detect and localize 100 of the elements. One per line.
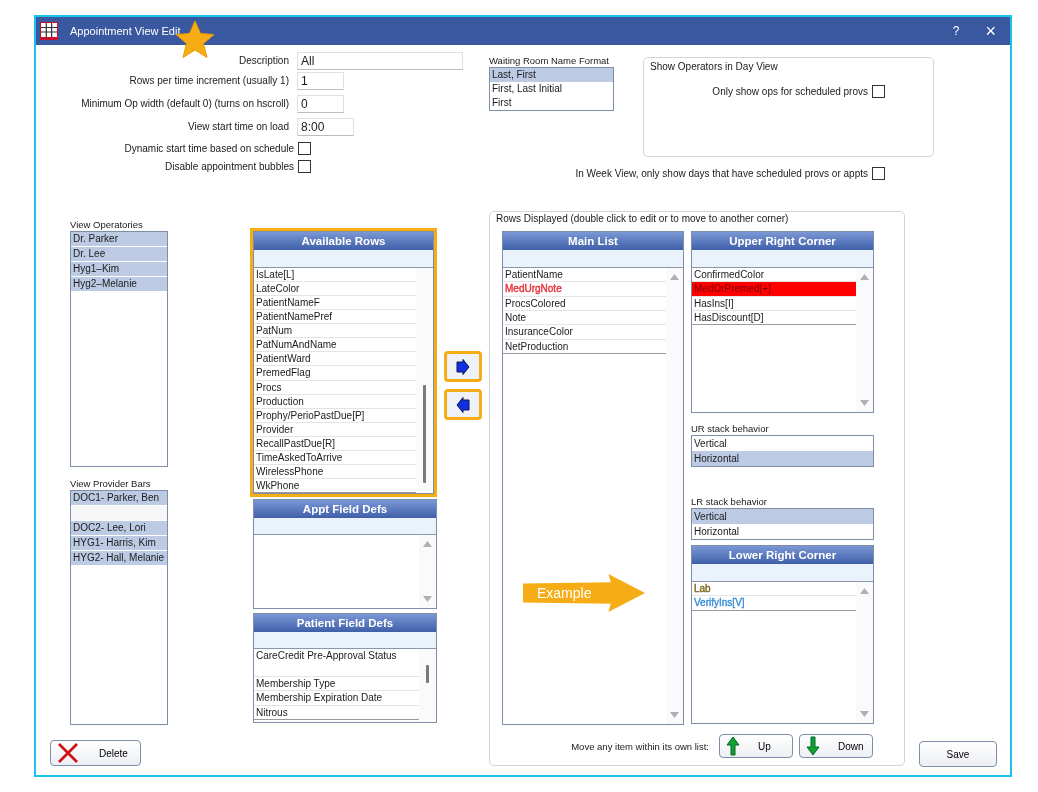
list-label: Waiting Room Name Format (489, 54, 610, 67)
list-row[interactable]: TimeAskedToArrive (254, 450, 416, 465)
field-label: Rows per time increment (usually 1) (128, 75, 290, 86)
text-field[interactable]: 8:00 (297, 117, 354, 136)
scroll-up-icon (860, 274, 869, 280)
list-row[interactable]: HasDiscount[D] (692, 311, 856, 326)
list-item[interactable]: Dr. Lee (71, 247, 167, 262)
list-label: View Operatories (70, 218, 144, 231)
list-row[interactable]: HasIns[I] (692, 296, 856, 311)
list-item[interactable]: Horizontal (692, 524, 873, 539)
field-label: Description (237, 55, 290, 66)
checkbox-label: In Week View, only show days that have scheduled provs or appts (575, 168, 868, 179)
group-title: Show Operators in Day View (650, 60, 779, 73)
checkbox-label: Dynamic start time based on schedule (124, 142, 294, 154)
checkbox[interactable] (872, 85, 885, 98)
checkbox[interactable] (872, 167, 885, 180)
list-row[interactable]: VerifyIns[V] (692, 596, 856, 611)
list-row[interactable]: RecallPastDue[R] (254, 436, 416, 451)
list-row[interactable]: Provider (254, 422, 416, 437)
up-button[interactable]: Up (719, 734, 793, 758)
list-row[interactable]: WkPhone (254, 478, 416, 493)
checkbox[interactable] (298, 159, 311, 173)
list-item[interactable]: Hyg1–Kim (71, 262, 167, 277)
list-row[interactable]: Note (503, 311, 666, 326)
move-right-button[interactable] (444, 351, 482, 382)
text-field[interactable]: 1 (297, 71, 344, 90)
example-callout: Example (523, 574, 645, 612)
scroll-up-icon (860, 588, 869, 594)
right-arrow-icon (456, 358, 470, 375)
scrollbar-thumb[interactable] (423, 385, 426, 483)
up-arrow-icon (726, 736, 740, 756)
list-item[interactable]: Dr. Parker (71, 232, 167, 247)
scroll-up-icon (423, 541, 432, 547)
x-icon (57, 743, 79, 763)
help-button[interactable]: ? (952, 24, 960, 38)
list-row[interactable]: PremedFlag (254, 366, 416, 381)
grid-header: Appt Field Defs (254, 500, 436, 518)
left-arrow-icon (456, 396, 470, 413)
list-row[interactable]: Nitrous (254, 705, 419, 720)
list-row[interactable]: ProcsColored (503, 296, 666, 311)
grid-header: Available Rows (254, 232, 433, 250)
list-item[interactable]: Vertical (692, 436, 873, 451)
app-icon (40, 22, 58, 40)
list-row[interactable]: Membership Expiration Date (254, 691, 419, 706)
list-row[interactable]: Membership Type (254, 677, 419, 692)
list-label: LR stack behavior (691, 495, 769, 508)
checkbox-label: Disable appointment bubbles (165, 160, 294, 172)
list-item[interactable]: Horizontal (692, 451, 873, 466)
list-row[interactable]: MedUrgNote (503, 282, 666, 297)
list-label: View Provider Bars (70, 477, 152, 490)
grid-header: Main List (503, 232, 683, 250)
down-button[interactable]: Down (799, 734, 873, 758)
list-item[interactable]: First (490, 96, 613, 110)
list-row[interactable]: InsuranceColor (503, 325, 666, 340)
scroll-down-icon (860, 400, 869, 406)
list-item[interactable]: First, Last Initial (490, 82, 613, 96)
list-row[interactable]: Procs (254, 380, 416, 395)
checkbox[interactable] (298, 141, 311, 155)
list-row[interactable]: WirelessPhone (254, 464, 416, 479)
list-item[interactable]: DOC2- Lee, Lori (71, 521, 167, 536)
grid-header: Lower Right Corner (692, 546, 873, 564)
list-item[interactable]: DOC1- Parker, Ben (71, 491, 167, 506)
text-field[interactable]: 0 (297, 94, 344, 113)
list-item[interactable]: HYG2- Hall, Melanie (71, 551, 167, 566)
hint-label: Move any item within its own list: (571, 740, 709, 752)
list-row[interactable]: Lab (692, 582, 856, 597)
list-row[interactable]: PatientNameF (254, 296, 416, 311)
scroll-down-icon (860, 711, 869, 717)
window-title: Appointment View Edit (70, 25, 181, 37)
list-row[interactable]: PatientName (503, 268, 666, 283)
list-item[interactable]: Hyg2–Melanie (71, 277, 167, 292)
scroll-up-icon (670, 274, 679, 280)
list-item[interactable]: Vertical (692, 509, 873, 524)
list-row[interactable]: NetProduction (503, 339, 666, 354)
list-item[interactable]: Last, First (490, 68, 613, 82)
text-field[interactable]: All (297, 51, 463, 70)
scroll-down-icon (670, 712, 679, 718)
list-row[interactable]: PatNumAndName (254, 338, 416, 353)
delete-button[interactable]: Delete (50, 740, 141, 766)
checkbox-label: Only show ops for scheduled provs (712, 86, 868, 97)
field-label: Minimum Op width (default 0) (turns on hscroll) (80, 98, 290, 109)
save-button[interactable]: Save (919, 741, 997, 767)
list-row[interactable]: IsLate[L] (254, 268, 416, 283)
move-left-button[interactable] (444, 389, 482, 420)
scrollbar-thumb[interactable] (426, 665, 429, 683)
list-row[interactable]: PatientNamePref (254, 310, 416, 325)
list-row[interactable]: Prophy/PerioPastDue[P] (254, 408, 416, 423)
grid-header: Patient Field Defs (254, 614, 436, 632)
list-row[interactable]: PatientWard (254, 352, 416, 367)
list-label: UR stack behavior (691, 422, 770, 435)
scroll-down-icon (423, 596, 432, 602)
list-item[interactable]: HYG1- Harris, Kim (71, 536, 167, 551)
list-row[interactable]: PatNum (254, 324, 416, 339)
down-arrow-icon (806, 736, 820, 756)
grid-header: Upper Right Corner (692, 232, 873, 250)
group-title: Rows Displayed (double click to edit or to move to another corner) (496, 212, 790, 225)
list-row[interactable]: LateColor (254, 282, 416, 297)
list-row[interactable]: Production (254, 394, 416, 409)
field-label: View start time on load (187, 121, 290, 132)
close-button[interactable]: × (985, 20, 996, 42)
